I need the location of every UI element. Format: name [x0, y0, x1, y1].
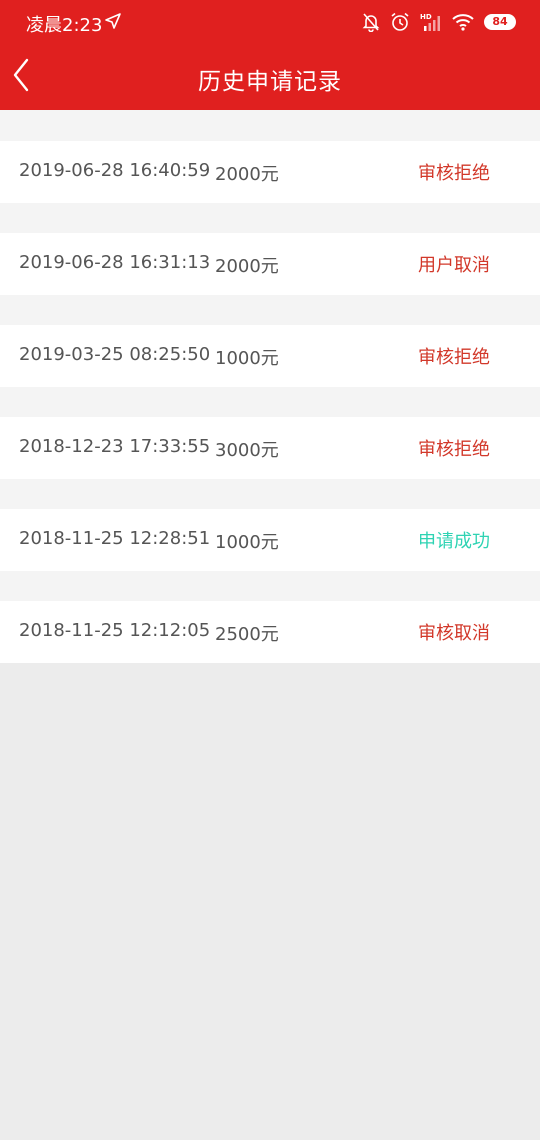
record-status: 审核拒绝 [418, 347, 490, 368]
list-item[interactable]: 2018-12-23 17:33:55 3000元 审核拒绝 [0, 417, 540, 479]
list-item[interactable]: 2018-11-25 12:12:05 2500元 审核取消 [0, 601, 540, 663]
application-history-list: 2019-06-28 16:40:59 2000元 审核拒绝 2019-06-2… [0, 110, 540, 663]
battery-level: 84 [492, 15, 508, 28]
record-time: 2018-11-25 12:12:05 [19, 620, 211, 641]
wifi-icon [452, 14, 474, 31]
location-arrow-icon [105, 13, 121, 29]
record-amount: 2500元 [215, 624, 279, 645]
svg-text:HD: HD [420, 13, 432, 21]
record-time: 2018-12-23 17:33:55 [19, 436, 211, 457]
record-amount: 2000元 [215, 164, 279, 185]
record-status: 审核拒绝 [418, 163, 490, 184]
record-time: 2019-06-28 16:31:13 [19, 252, 211, 273]
record-status: 用户取消 [418, 255, 490, 276]
list-item[interactable]: 2019-06-28 16:31:13 2000元 用户取消 [0, 233, 540, 295]
record-amount: 3000元 [215, 440, 279, 461]
record-status: 审核拒绝 [418, 439, 490, 460]
record-amount: 1000元 [215, 348, 279, 369]
nav-bar: 历史申请记录 [0, 44, 540, 110]
record-time: 2018-11-25 12:28:51 [19, 528, 211, 549]
bell-off-icon [362, 13, 380, 32]
signal-hd-icon: HD [420, 13, 440, 31]
page-title: 历史申请记录 [198, 69, 342, 95]
record-status: 审核取消 [418, 623, 490, 644]
list-item[interactable]: 2019-06-28 16:40:59 2000元 审核拒绝 [0, 141, 540, 203]
record-amount: 2000元 [215, 256, 279, 277]
status-time: 凌晨2:23 [26, 15, 103, 36]
record-time: 2019-06-28 16:40:59 [19, 160, 211, 181]
status-bar: 凌晨2:23 HD 84 [0, 0, 540, 44]
battery-icon: 84 [484, 14, 516, 30]
list-item[interactable]: 2019-03-25 08:25:50 1000元 审核拒绝 [0, 325, 540, 387]
status-icons: HD 84 [362, 10, 516, 34]
record-time: 2019-03-25 08:25:50 [19, 344, 211, 365]
record-amount: 1000元 [215, 532, 279, 553]
list-item[interactable]: 2018-11-25 12:28:51 1000元 申请成功 [0, 509, 540, 571]
alarm-clock-icon [391, 12, 409, 31]
record-status: 申请成功 [418, 531, 490, 552]
app-header: 凌晨2:23 HD 84 历史申请记录 [0, 0, 540, 110]
